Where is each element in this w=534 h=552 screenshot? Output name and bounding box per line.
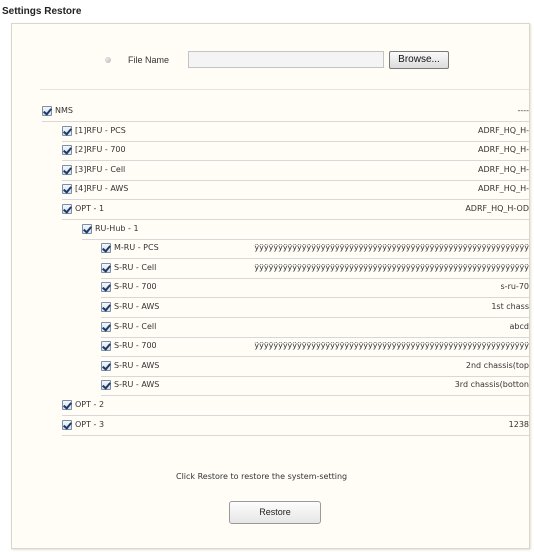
tree-row-value: ADRF_HQ_H-OD [465, 204, 529, 213]
tree-row: RU-Hub - 1 [82, 220, 529, 240]
tree-row-value: s-ru-70 [500, 282, 529, 292]
tree-row: [3]RFU - Cell ADRF_HQ_H- [62, 161, 529, 181]
tree-row: OPT - 1 ADRF_HQ_H-OD [62, 200, 529, 220]
tree-row-value: ---- [517, 106, 529, 115]
tree-row-value: ADRF_HQ_H- [477, 145, 529, 155]
checkbox[interactable] [101, 380, 111, 391]
tree-row: S-RU - 700 ÿÿÿÿÿÿÿÿÿÿÿÿÿÿÿÿÿÿÿÿÿÿÿÿÿÿÿÿÿÿ… [101, 337, 529, 358]
tree-row-value: ADRF_HQ_H- [477, 184, 529, 194]
checkbox[interactable] [101, 302, 111, 312]
tree-row-value: abcd [509, 321, 529, 331]
tree-row: S-RU - AWS 1st chass [101, 298, 529, 318]
tree-row-value: 3rd chassis(botton [454, 380, 529, 390]
tree-row-label: [2]RFU - 700 [75, 145, 126, 155]
checkbox[interactable] [101, 262, 111, 273]
file-name-input[interactable] [188, 51, 384, 68]
checkbox[interactable] [101, 282, 111, 293]
page-title: Settings Restore [2, 6, 82, 17]
tree-row: [2]RFU - 700 ADRF_HQ_H- [62, 141, 529, 162]
tree-row-label: NMS [55, 106, 73, 115]
bullet-icon [105, 57, 111, 63]
checkbox[interactable] [62, 125, 72, 136]
divider [40, 89, 529, 90]
tree-row-value: 1st chass [491, 302, 529, 311]
tree-row-value: ÿÿÿÿÿÿÿÿÿÿÿÿÿÿÿÿÿÿÿÿÿÿÿÿÿÿÿÿÿÿÿÿÿÿÿÿÿÿÿÿ… [254, 341, 529, 351]
checkbox[interactable] [62, 419, 72, 430]
tree-row-label: [1]RFU - PCS [75, 125, 126, 135]
checkbox[interactable] [62, 184, 72, 195]
checkbox[interactable] [42, 106, 52, 116]
checkbox[interactable] [101, 321, 111, 332]
tree-row-label: S-RU - AWS [114, 380, 160, 390]
tree-row-label: S-RU - Cell [114, 262, 157, 272]
checkbox[interactable] [82, 223, 92, 234]
checkbox[interactable] [62, 204, 72, 214]
tree-row: S-RU - AWS 3rd chassis(botton [101, 376, 529, 397]
checkbox[interactable] [62, 164, 72, 175]
tree-row-value: ÿÿÿÿÿÿÿÿÿÿÿÿÿÿÿÿÿÿÿÿÿÿÿÿÿÿÿÿÿÿÿÿÿÿÿÿÿÿÿÿ… [254, 243, 529, 253]
tree-row: [4]RFU - AWS ADRF_HQ_H- [62, 180, 529, 201]
checkbox[interactable] [101, 243, 111, 254]
tree-row-label: OPT - 3 [75, 419, 105, 429]
tree-row: S-RU - Cell ÿÿÿÿÿÿÿÿÿÿÿÿÿÿÿÿÿÿÿÿÿÿÿÿÿÿÿÿÿ… [101, 259, 529, 279]
checkbox[interactable] [101, 360, 111, 371]
tree-row-value: 1238 [508, 419, 529, 429]
tree-row-value: ADRF_HQ_H- [477, 164, 529, 174]
tree-row-label: [4]RFU - AWS [75, 184, 129, 194]
tree-row-label: S-RU - AWS [114, 302, 160, 311]
checkbox[interactable] [101, 341, 111, 352]
tree-row-label: RU-Hub - 1 [95, 223, 139, 233]
tree-row-label: S-RU - 700 [114, 341, 157, 351]
tree-row: NMS ---- [42, 102, 529, 122]
browse-button[interactable]: Browse... [389, 51, 449, 69]
restore-note: Click Restore to restore the system-sett… [176, 472, 348, 481]
tree-row-label: M-RU - PCS [114, 243, 159, 253]
tree-row: S-RU - AWS 2nd chassis(top [101, 357, 529, 377]
tree-row-label: S-RU - AWS [114, 360, 160, 370]
tree-row-value: ÿÿÿÿÿÿÿÿÿÿÿÿÿÿÿÿÿÿÿÿÿÿÿÿÿÿÿÿÿÿÿÿÿÿÿÿÿÿÿÿ… [254, 262, 529, 272]
tree-row-label: S-RU - Cell [114, 321, 157, 331]
tree-row: [1]RFU - PCS ADRF_HQ_H- [62, 122, 529, 142]
file-name-row: File Name Browse... [12, 24, 529, 84]
tree-row-value: 2nd chassis(top [465, 360, 529, 370]
tree-row-value: ADRF_HQ_H- [477, 125, 529, 135]
tree-row: OPT - 2 [62, 396, 529, 416]
checkbox[interactable] [62, 400, 72, 410]
tree-row-label: OPT - 2 [75, 400, 105, 409]
tree-row-label: OPT - 1 [75, 204, 105, 213]
tree-row-label: [3]RFU - Cell [75, 164, 126, 174]
tree-row: M-RU - PCS ÿÿÿÿÿÿÿÿÿÿÿÿÿÿÿÿÿÿÿÿÿÿÿÿÿÿÿÿÿÿ… [101, 239, 529, 260]
settings-restore-panel: File Name Browse... NMS ---- [1]RFU - PCS A… [11, 23, 530, 549]
restore-button[interactable]: Restore [229, 501, 321, 524]
tree-row: S-RU - 700 s-ru-70 [101, 278, 529, 299]
tree-row: S-RU - Cell abcd [101, 318, 529, 338]
tree-row-label: S-RU - 700 [114, 282, 157, 292]
checkbox[interactable] [62, 145, 72, 156]
tree-row: OPT - 3 1238 [62, 416, 529, 436]
file-name-label: File Name [128, 55, 170, 65]
